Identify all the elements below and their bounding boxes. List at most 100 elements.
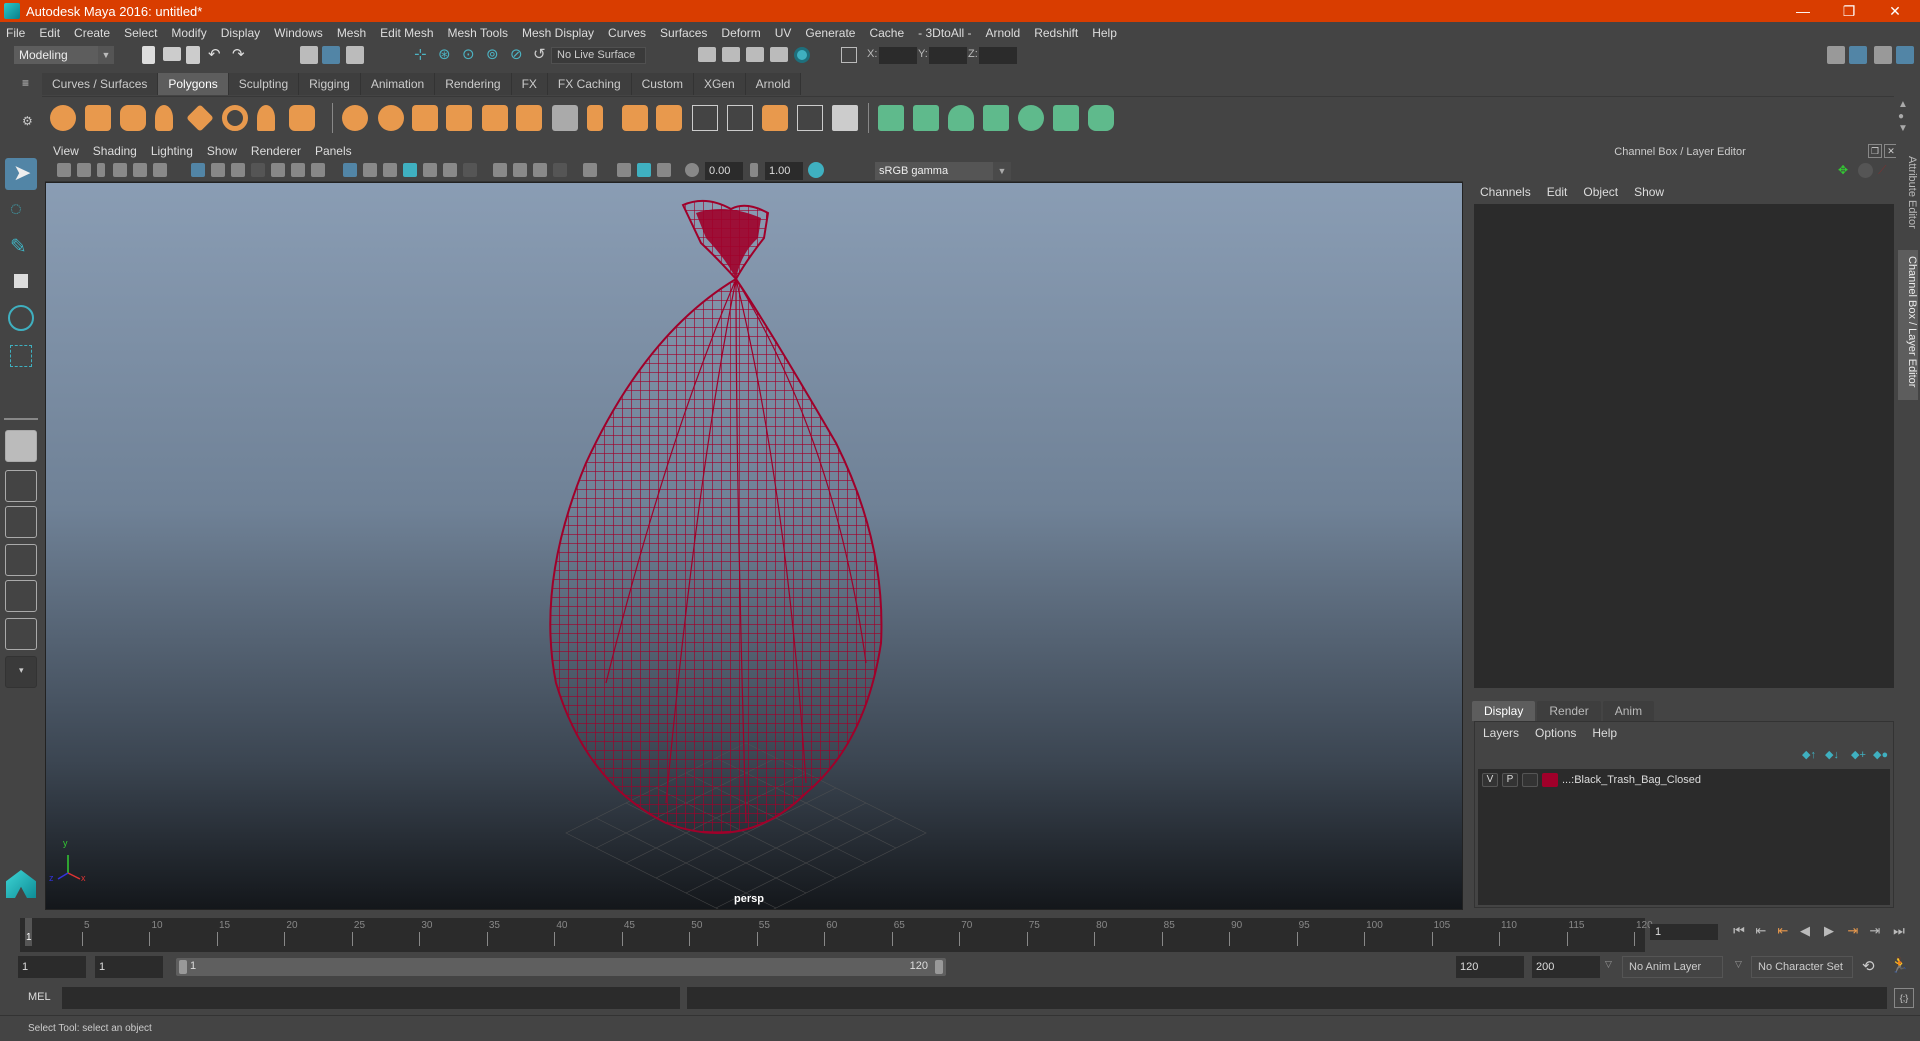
play-backwards-button[interactable]: ◀	[1796, 922, 1814, 940]
character-set-dropdown[interactable]: No Character Set	[1751, 956, 1853, 978]
new-layer-icon[interactable]: ◆+	[1851, 748, 1866, 761]
help-menu[interactable]: Help	[1592, 726, 1617, 740]
menu-create[interactable]: Create	[74, 26, 110, 40]
paint-select-tool[interactable]: ✎	[5, 230, 37, 262]
ipr-render-icon[interactable]	[746, 47, 764, 62]
shelf-tab-sculpting[interactable]: Sculpting	[228, 73, 300, 95]
render-current-frame-icon[interactable]	[722, 47, 740, 62]
show-menu[interactable]: Show	[1634, 185, 1664, 199]
move-layer-up-icon[interactable]: ◆↑	[1802, 748, 1816, 761]
exposure-field[interactable]: 0.00	[705, 162, 743, 180]
redo-icon[interactable]: ↷	[232, 45, 245, 63]
select-component-icon[interactable]	[346, 46, 364, 64]
rotate-tool[interactable]	[5, 302, 37, 334]
snap-live-icon[interactable]: ↺	[533, 45, 546, 63]
layer-visibility-toggle[interactable]: V	[1482, 773, 1498, 787]
menu-surfaces[interactable]: Surfaces	[660, 26, 707, 40]
undo-icon[interactable]: ↶	[208, 45, 221, 63]
layer-playback-toggle[interactable]: P	[1502, 773, 1518, 787]
menu-edit[interactable]: Edit	[39, 26, 60, 40]
exposure-icon[interactable]	[685, 163, 699, 177]
close-button[interactable]: ✕	[1872, 0, 1918, 22]
menu-select[interactable]: Select	[124, 26, 157, 40]
snap-point-icon[interactable]: ⊙	[462, 45, 475, 63]
target-weld-icon[interactable]	[692, 105, 718, 131]
menu-modify[interactable]: Modify	[171, 26, 206, 40]
insert-edge-loop-icon[interactable]	[832, 105, 858, 131]
time-slider[interactable]: 1 5 10 15 20 25 30 35 40 45 50 55 60 65 70 75 80 85 90 95 1…	[20, 918, 1653, 952]
open-scene-icon[interactable]	[163, 47, 181, 61]
render-view-icon[interactable]	[698, 47, 716, 62]
viewport-menu-show[interactable]: Show	[207, 144, 237, 158]
menu-mesh-tools[interactable]: Mesh Tools	[448, 26, 508, 40]
menu-curves[interactable]: Curves	[608, 26, 646, 40]
select-tool[interactable]: ➤	[5, 158, 37, 190]
persp-outliner-layout-button[interactable]	[5, 506, 37, 538]
start-time-field[interactable]: 1	[18, 956, 86, 978]
outliner-graph-layout-button[interactable]	[5, 618, 37, 650]
grid-icon[interactable]	[191, 163, 205, 177]
z-field[interactable]	[979, 47, 1017, 64]
multi-cut-icon[interactable]	[656, 105, 682, 131]
layers-menu[interactable]: Layers	[1483, 726, 1519, 740]
go-to-end-button[interactable]: ⏭	[1890, 922, 1908, 940]
bookmark-icon[interactable]	[97, 163, 105, 177]
menu-cache[interactable]: Cache	[869, 26, 904, 40]
menu-redshift[interactable]: Redshift	[1034, 26, 1078, 40]
xray-components-icon[interactable]	[657, 163, 671, 177]
wireframe-icon[interactable]	[343, 163, 357, 177]
range-end-handle[interactable]	[935, 960, 943, 974]
extract-icon[interactable]	[482, 105, 508, 131]
restore-button[interactable]: ❐	[1826, 0, 1872, 22]
menu-windows[interactable]: Windows	[274, 26, 323, 40]
slow-motion-icon[interactable]: ⟋	[1878, 163, 1886, 178]
viewport-menu-panels[interactable]: Panels	[315, 144, 352, 158]
menu-display[interactable]: Display	[221, 26, 260, 40]
tool-settings-icon[interactable]	[1874, 46, 1892, 64]
xray-icon[interactable]	[617, 163, 631, 177]
shelf-tab-rigging[interactable]: Rigging	[299, 73, 361, 95]
step-back-frame-button[interactable]: ⇤	[1752, 922, 1770, 940]
field-chart-icon[interactable]	[271, 163, 285, 177]
layer-color-swatch[interactable]	[1542, 773, 1558, 787]
animation-preferences-icon[interactable]: 🏃	[1890, 956, 1909, 974]
new-scene-icon[interactable]	[142, 46, 155, 64]
channel-box-toggle-icon[interactable]	[1896, 46, 1914, 64]
default-material-icon[interactable]	[383, 163, 397, 177]
bridge-icon[interactable]	[587, 105, 603, 131]
command-input[interactable]	[62, 987, 680, 1009]
perspective-viewport[interactable]: y x z persp	[45, 182, 1463, 910]
menu-arnold[interactable]: Arnold	[986, 26, 1021, 40]
safe-title-icon[interactable]	[311, 163, 325, 177]
screen-space-ao-icon[interactable]	[493, 163, 507, 177]
attribute-editor-toggle-icon[interactable]	[1849, 46, 1867, 64]
extrude-icon[interactable]	[622, 105, 648, 131]
viewport-menu-view[interactable]: View	[53, 144, 79, 158]
separate-icon[interactable]	[378, 105, 404, 131]
modeling-toolkit-icon[interactable]	[1827, 46, 1845, 64]
textured-icon[interactable]	[423, 163, 437, 177]
menu-file[interactable]: File	[6, 26, 25, 40]
shelf-settings-icon[interactable]: ⚙	[22, 114, 33, 128]
channels-menu[interactable]: Channels	[1480, 185, 1531, 199]
poly-plane-icon[interactable]	[186, 104, 214, 132]
depth-of-field-icon[interactable]	[553, 163, 567, 177]
isolate-select-icon[interactable]	[583, 163, 597, 177]
move-layer-down-icon[interactable]: ◆↓	[1825, 748, 1839, 761]
new-layer-selected-icon[interactable]: ◆●	[1873, 748, 1888, 761]
gamma-icon[interactable]	[750, 163, 758, 177]
viewport-menu-renderer[interactable]: Renderer	[251, 144, 301, 158]
speed-icon[interactable]	[1858, 163, 1873, 178]
auto-key-icon[interactable]: ⟲	[1862, 957, 1875, 975]
layer-display-type-toggle[interactable]	[1522, 773, 1538, 787]
camera-attributes-icon[interactable]	[77, 163, 91, 177]
menu-mesh-display[interactable]: Mesh Display	[522, 26, 594, 40]
bevel-icon[interactable]	[516, 105, 542, 131]
menu-generate[interactable]: Generate	[805, 26, 855, 40]
unfold-icon[interactable]	[1088, 105, 1114, 131]
use-all-lights-icon[interactable]	[443, 163, 457, 177]
transform-mode-icon[interactable]	[841, 47, 857, 63]
layer-tab-display[interactable]: Display	[1472, 701, 1536, 721]
2d-pan-zoom-icon[interactable]	[133, 163, 147, 177]
contour-stretch-icon[interactable]	[1018, 105, 1044, 131]
